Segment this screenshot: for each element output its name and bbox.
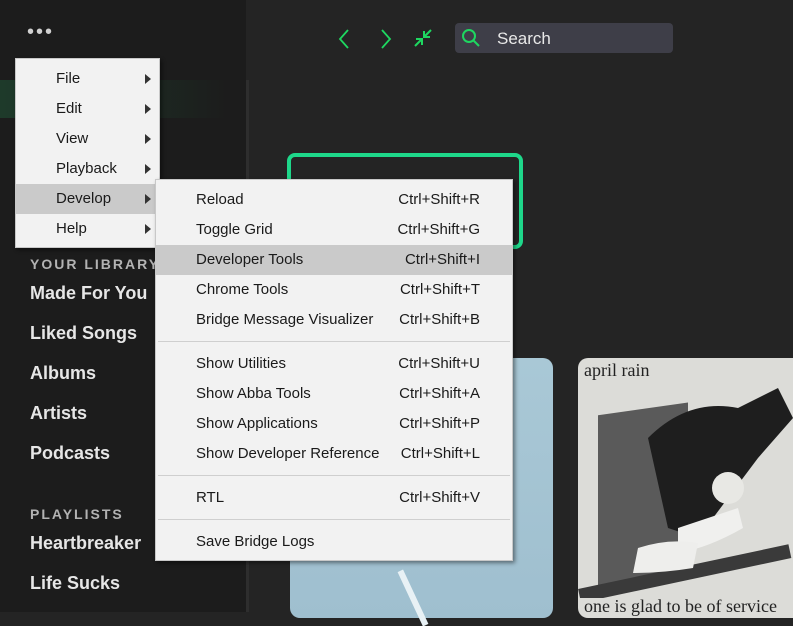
menu-item-bridge-message-visualizer[interactable]: Bridge Message Visualizer Ctrl+Shift+B xyxy=(156,305,512,335)
menu-item-toggle-grid[interactable]: Toggle Grid Ctrl+Shift+G xyxy=(156,215,512,245)
menu-item-save-bridge-logs[interactable]: Save Bridge Logs xyxy=(156,527,512,557)
album-art-image xyxy=(578,388,793,598)
main-menu: File Edit View Playback Develop Help xyxy=(15,58,160,248)
menu-item-help[interactable]: Help xyxy=(16,214,159,244)
menu-item-playback[interactable]: Playback xyxy=(16,154,159,184)
menu-item-edit[interactable]: Edit xyxy=(16,94,159,124)
menu-item-show-abba-tools[interactable]: Show Abba Tools Ctrl+Shift+A xyxy=(156,379,512,409)
sidebar-item-podcasts[interactable]: Podcasts xyxy=(30,443,110,464)
menu-separator xyxy=(158,519,510,520)
sidebar-item-liked-songs[interactable]: Liked Songs xyxy=(30,323,137,344)
submenu-arrow-icon xyxy=(145,164,151,174)
develop-submenu: Reload Ctrl+Shift+R Toggle Grid Ctrl+Shi… xyxy=(155,179,513,561)
menu-item-chrome-tools[interactable]: Chrome Tools Ctrl+Shift+T xyxy=(156,275,512,305)
more-menu-button[interactable]: ••• xyxy=(27,22,54,42)
menu-item-developer-tools[interactable]: Developer Tools Ctrl+Shift+I xyxy=(156,245,512,275)
playlist-item-heartbreaker[interactable]: Heartbreaker xyxy=(30,533,141,554)
submenu-arrow-icon xyxy=(145,194,151,204)
sidebar-item-made-for-you[interactable]: Made For You xyxy=(30,283,147,304)
menu-item-rtl[interactable]: RTL Ctrl+Shift+V xyxy=(156,483,512,513)
forward-icon[interactable] xyxy=(378,28,394,50)
album-art-detail xyxy=(397,569,429,626)
back-icon[interactable] xyxy=(336,28,352,50)
library-heading: YOUR LIBRARY xyxy=(30,256,161,272)
submenu-arrow-icon xyxy=(145,104,151,114)
menu-item-develop[interactable]: Develop xyxy=(16,184,159,214)
submenu-arrow-icon xyxy=(145,134,151,144)
collapse-icon[interactable] xyxy=(413,28,433,48)
playlists-heading: PLAYLISTS xyxy=(30,506,124,522)
menu-item-show-developer-reference[interactable]: Show Developer Reference Ctrl+Shift+L xyxy=(156,439,512,469)
submenu-arrow-icon xyxy=(145,224,151,234)
search-icon xyxy=(462,29,480,47)
menu-item-view[interactable]: View xyxy=(16,124,159,154)
sidebar-item-albums[interactable]: Albums xyxy=(30,363,96,384)
album-card-april-rain[interactable]: april rain one is glad to be of service xyxy=(578,358,793,618)
menu-item-show-applications[interactable]: Show Applications Ctrl+Shift+P xyxy=(156,409,512,439)
playlist-item-life-sucks[interactable]: Life Sucks xyxy=(30,573,120,594)
menu-item-show-utilities[interactable]: Show Utilities Ctrl+Shift+U xyxy=(156,349,512,379)
menu-separator xyxy=(158,341,510,342)
menu-item-reload[interactable]: Reload Ctrl+Shift+R xyxy=(156,185,512,215)
search-placeholder: Search xyxy=(497,29,551,48)
album-caption: one is glad to be of service xyxy=(584,596,777,616)
search-input[interactable]: Search xyxy=(455,23,673,53)
sidebar-item-artists[interactable]: Artists xyxy=(30,403,87,424)
menu-separator xyxy=(158,475,510,476)
menu-item-file[interactable]: File xyxy=(16,64,159,94)
submenu-arrow-icon xyxy=(145,74,151,84)
